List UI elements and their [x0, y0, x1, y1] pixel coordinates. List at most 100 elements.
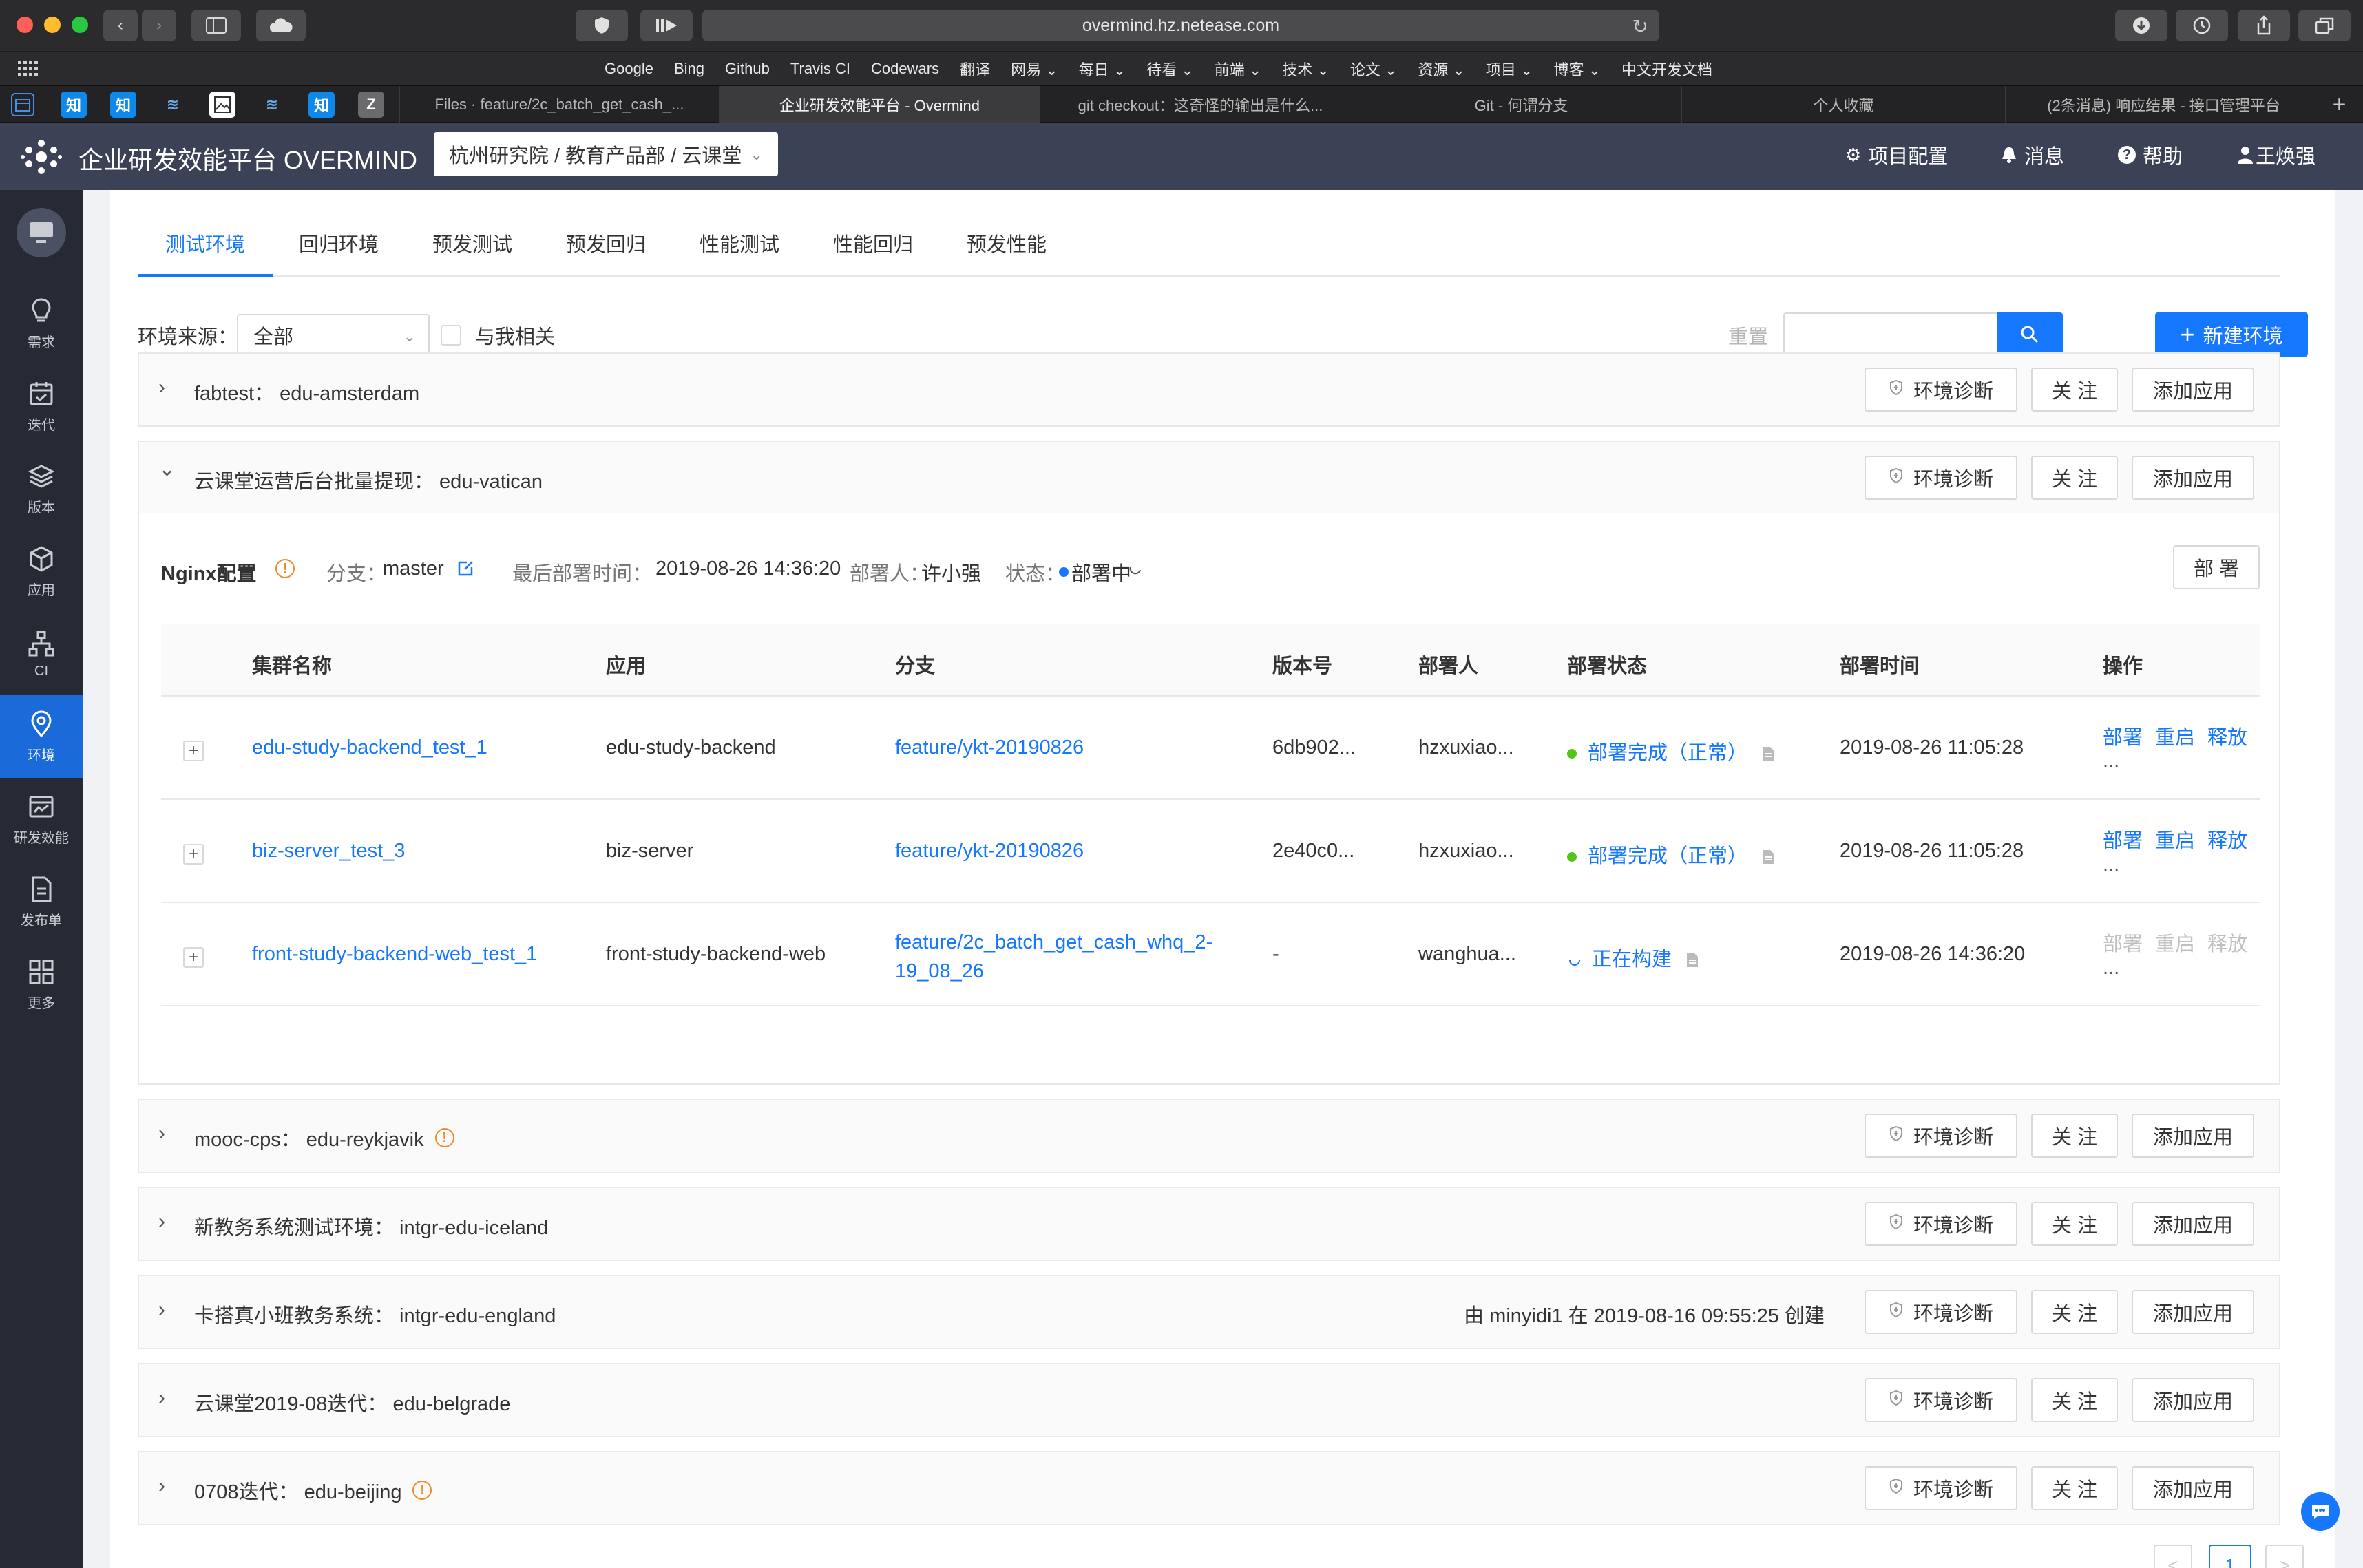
bookmark-item[interactable]: 每日 ⌄: [1079, 58, 1126, 80]
pagination-current[interactable]: 1: [2209, 1545, 2251, 1568]
env-diagnose-button[interactable]: 环境诊断: [1865, 1202, 2017, 1246]
bookmark-item[interactable]: 项目 ⌄: [1486, 58, 1533, 80]
env-header[interactable]: ⌄ 云课堂运营后台批量提现： edu-vatican 环境诊断 关 注 添加应用: [139, 442, 2279, 513]
user-menu[interactable]: 王焕强: [2238, 140, 2315, 169]
document-icon[interactable]: [1761, 745, 1775, 762]
expand-row-button[interactable]: +: [183, 947, 204, 968]
bookmark-item[interactable]: 资源 ⌄: [1418, 58, 1465, 80]
bookmark-item[interactable]: Google: [605, 60, 653, 78]
chat-button[interactable]: [2301, 1492, 2340, 1531]
help-link[interactable]: ? 帮助: [2118, 140, 2183, 169]
reload-icon[interactable]: ↻: [1632, 15, 1648, 38]
tab-perf-test[interactable]: 性能测试: [700, 229, 779, 257]
tab-regression-env[interactable]: 回归环境: [299, 229, 379, 257]
env-header[interactable]: › 0708迭代： edu-beijing! 环境诊断 关 注 添加应用: [139, 1452, 2279, 1524]
bookmark-item[interactable]: 技术 ⌄: [1282, 58, 1330, 80]
sidebar-item-apps[interactable]: 应用: [0, 530, 83, 613]
env-diagnose-button[interactable]: 环境诊断: [1865, 1378, 2017, 1422]
related-checkbox[interactable]: [441, 325, 461, 346]
expand-row-button[interactable]: +: [183, 844, 204, 865]
bookmark-item[interactable]: 论文 ⌄: [1350, 58, 1398, 80]
sidebar-item-ci[interactable]: CI: [0, 613, 83, 695]
follow-button[interactable]: 关 注: [2031, 1202, 2118, 1246]
add-app-button[interactable]: 添加应用: [2132, 1290, 2254, 1334]
share-button[interactable]: [2238, 10, 2290, 41]
reader-extension-button[interactable]: [640, 10, 693, 41]
search-input[interactable]: [1783, 312, 2063, 357]
row-release-link[interactable]: 释放: [2207, 727, 2247, 749]
add-app-button[interactable]: 添加应用: [2132, 1202, 2254, 1246]
row-deploy-link[interactable]: 部署: [2103, 727, 2143, 749]
pinned-zhihu-tab[interactable]: 知: [61, 92, 87, 118]
more-actions[interactable]: ...: [2103, 854, 2119, 876]
org-selector[interactable]: 杭州研究院 / 教育产品部 / 云课堂 ⌄: [434, 132, 778, 176]
chevron-right-icon[interactable]: ›: [158, 1386, 165, 1410]
env-header[interactable]: › 新教务系统测试环境： intgr-edu-iceland 环境诊断 关 注 添加应用: [139, 1188, 2279, 1260]
row-restart-link[interactable]: 重启: [2155, 727, 2195, 749]
zoom-window-button[interactable]: [72, 17, 88, 33]
sidebar-item-efficiency[interactable]: 研发效能: [0, 778, 83, 860]
cluster-name-link[interactable]: biz-server_test_3: [252, 840, 405, 862]
reset-button[interactable]: 重置: [1728, 321, 1768, 350]
bookmark-item[interactable]: 网易 ⌄: [1011, 58, 1058, 80]
bookmark-item[interactable]: Codewars: [871, 60, 939, 78]
apps-grid-icon[interactable]: [18, 61, 39, 77]
bookmark-item[interactable]: 翻译: [960, 58, 990, 80]
bookmark-item[interactable]: 待看 ⌄: [1146, 58, 1194, 80]
env-header[interactable]: › fabtest： edu-amsterdam 环境诊断 关 注 添加应用: [139, 354, 2279, 425]
env-diagnose-button[interactable]: 环境诊断: [1865, 1466, 2017, 1510]
pinned-z-tab[interactable]: Z: [358, 92, 384, 118]
chevron-right-icon[interactable]: ›: [158, 1210, 165, 1233]
cluster-name-link[interactable]: edu-study-backend_test_1: [252, 737, 487, 759]
more-actions[interactable]: ...: [2103, 957, 2119, 979]
follow-button[interactable]: 关 注: [2031, 456, 2118, 500]
chevron-down-icon[interactable]: ⌄: [158, 457, 176, 481]
follow-button[interactable]: 关 注: [2031, 368, 2118, 412]
back-button[interactable]: ‹: [103, 10, 138, 41]
tab-overview-button[interactable]: [2298, 10, 2351, 41]
pinned-zhihu-tab[interactable]: 知: [110, 92, 136, 118]
env-header[interactable]: › 云课堂2019-08迭代： edu-belgrade 环境诊断 关 注 添加应用: [139, 1364, 2279, 1436]
follow-button[interactable]: 关 注: [2031, 1466, 2118, 1510]
bookmark-item[interactable]: Github: [725, 60, 770, 78]
env-diagnose-button[interactable]: 环境诊断: [1865, 1290, 2017, 1334]
tab-pre-test[interactable]: 预发测试: [432, 229, 512, 257]
search-button[interactable]: [1997, 312, 2063, 357]
add-app-button[interactable]: 添加应用: [2132, 1114, 2254, 1158]
follow-button[interactable]: 关 注: [2031, 1114, 2118, 1158]
info-icon[interactable]: !: [275, 559, 295, 578]
minimize-window-button[interactable]: [44, 17, 61, 33]
tab-git-branch[interactable]: Git - 何谓分支: [1361, 86, 1681, 123]
new-tab-button[interactable]: +: [2322, 86, 2356, 123]
add-app-button[interactable]: 添加应用: [2132, 368, 2254, 412]
follow-button[interactable]: 关 注: [2031, 1290, 2118, 1334]
pinned-chevron-tab[interactable]: ≋: [160, 92, 186, 118]
bookmark-item[interactable]: 前端 ⌄: [1215, 58, 1262, 80]
expand-row-button[interactable]: +: [183, 741, 204, 761]
branch-link[interactable]: feature/ykt-20190826: [895, 737, 1084, 759]
sidebar-item-release[interactable]: 发布单: [0, 860, 83, 943]
tab-favorites[interactable]: 个人收藏: [1681, 86, 2005, 123]
pinned-zhihu-tab[interactable]: 知: [308, 92, 335, 118]
chevron-right-icon[interactable]: ›: [158, 1122, 165, 1145]
env-diagnose-button[interactable]: 环境诊断: [1865, 456, 2017, 500]
chevron-right-icon[interactable]: ›: [158, 1474, 165, 1498]
privacy-extension-button[interactable]: [576, 10, 628, 41]
deploy-button[interactable]: 部 署: [2173, 545, 2260, 589]
sidebar-item-iterations[interactable]: 迭代: [0, 365, 83, 447]
edit-icon[interactable]: [457, 559, 475, 580]
tab-git-checkout[interactable]: git checkout：这奇怪的输出是什么...: [1040, 86, 1361, 123]
forward-button[interactable]: ›: [142, 10, 176, 41]
close-window-button[interactable]: [17, 17, 33, 33]
env-header[interactable]: › mooc-cps： edu-reykjavik! 环境诊断 关 注 添加应用: [139, 1100, 2279, 1172]
follow-button[interactable]: 关 注: [2031, 1378, 2118, 1422]
tab-files[interactable]: Files · feature/2c_batch_get_cash_...: [399, 86, 719, 123]
app-title[interactable]: 企业研发效能平台 OVERMIND: [78, 140, 417, 176]
env-diagnose-button[interactable]: 环境诊断: [1865, 1114, 2017, 1158]
env-source-select[interactable]: 全部 ⌄: [237, 314, 430, 357]
tab-api-platform[interactable]: (2条消息) 响应结果 - 接口管理平台: [2005, 86, 2322, 123]
chevron-right-icon[interactable]: ›: [158, 376, 165, 399]
row-release-link[interactable]: 释放: [2207, 830, 2247, 852]
more-actions[interactable]: ...: [2103, 750, 2119, 773]
pinned-chevron-tab[interactable]: ≋: [259, 92, 285, 118]
